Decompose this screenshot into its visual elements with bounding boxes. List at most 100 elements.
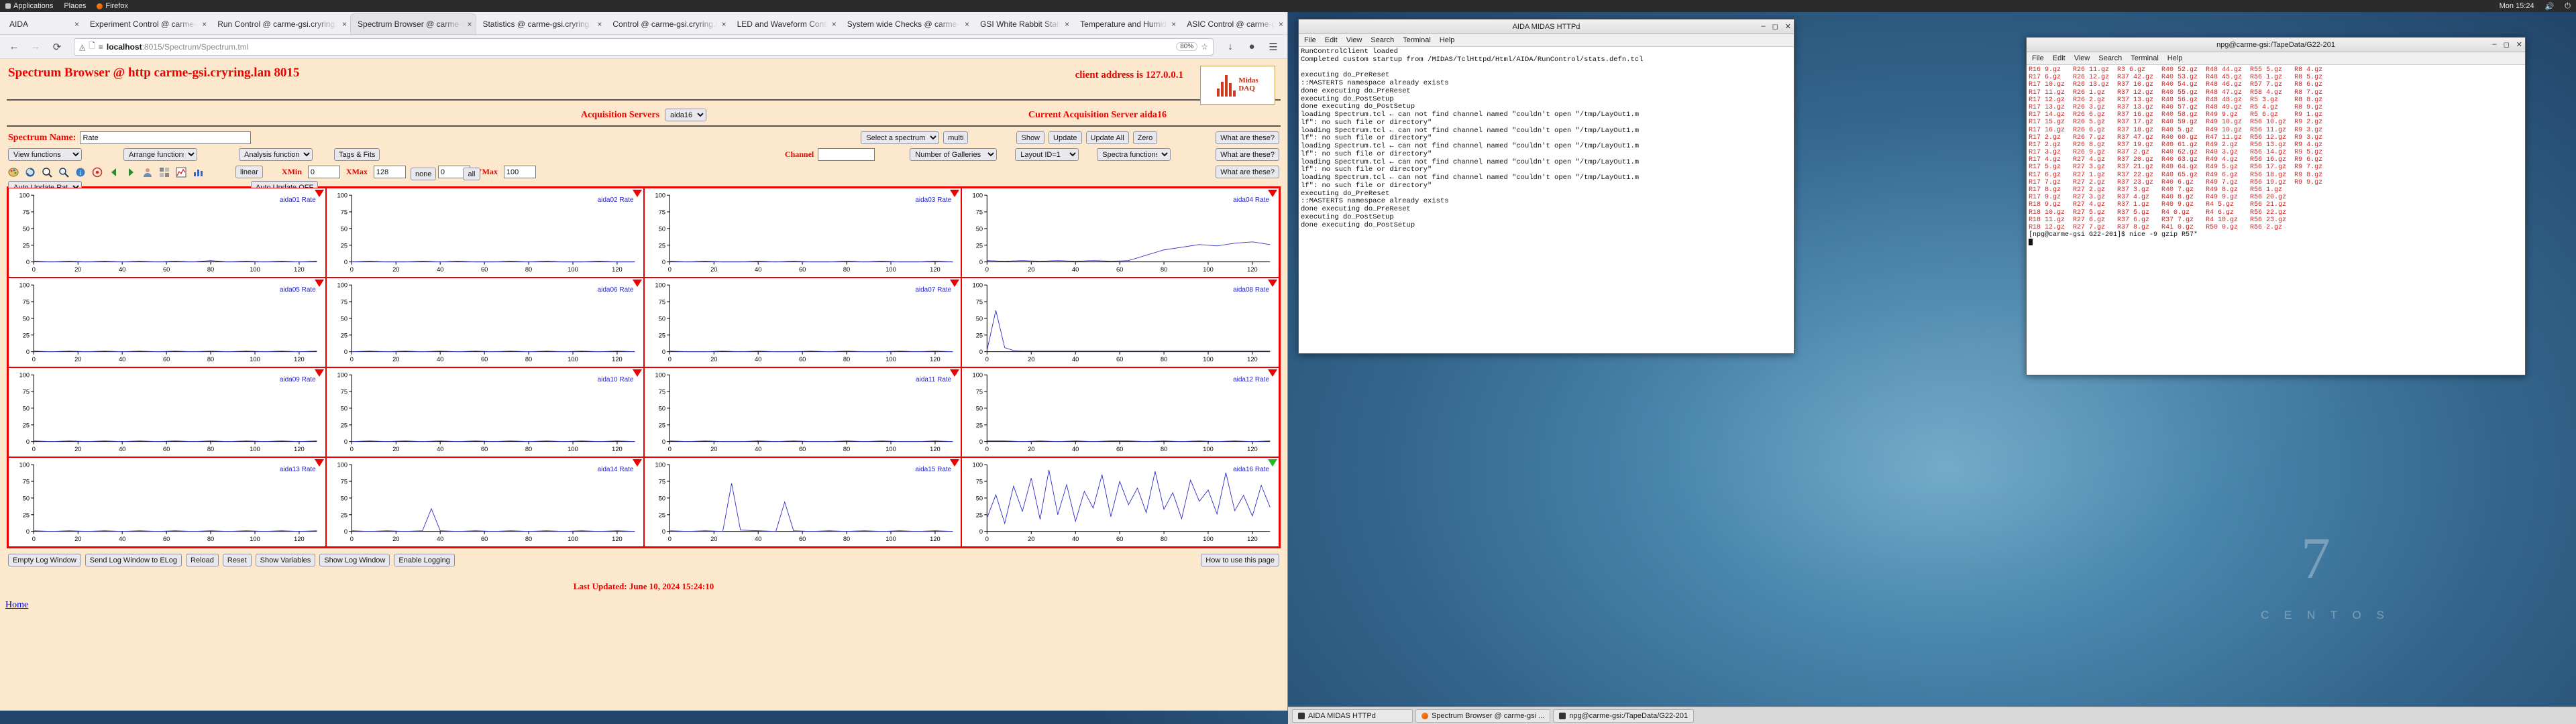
- tab-close-icon[interactable]: ×: [1065, 19, 1069, 29]
- bottom-button-show-log-window[interactable]: Show Log Window: [319, 554, 390, 566]
- spectra-functions-dropdown[interactable]: Spectra functions: [1097, 148, 1171, 161]
- zero-button[interactable]: Zero: [1132, 131, 1158, 144]
- star-icon[interactable]: ☆: [1201, 42, 1208, 52]
- spectrum-panel-marker[interactable]: [1268, 280, 1277, 287]
- terminal-output-tape[interactable]: R16 9.gz R26 11.gz R3 6.gz R40 52.gz R48…: [2027, 65, 2525, 375]
- show-button[interactable]: Show: [1016, 131, 1045, 144]
- tab-close-icon[interactable]: ×: [467, 19, 472, 29]
- refresh-icon[interactable]: [25, 167, 36, 178]
- browser-tab-6[interactable]: LED and Waveform Control ×: [731, 14, 841, 34]
- maximize-button[interactable]: ◻: [1772, 22, 1778, 31]
- spectrum-panel[interactable]: 0 25 50 75 100 0 20 40 60 80 100 120 aida16 Rate: [961, 457, 1279, 547]
- terminal-menu-file[interactable]: File: [1304, 36, 1316, 44]
- bottom-button-empty-log-window[interactable]: Empty Log Window: [8, 554, 81, 566]
- spectrum-panel[interactable]: 0 25 50 75 100 0 20 40 60 80 100 120 aida12 Rate: [961, 367, 1279, 457]
- panel-places-menu[interactable]: Places: [58, 0, 91, 12]
- update-button[interactable]: Update: [1049, 131, 1082, 144]
- terminal-menu-terminal[interactable]: Terminal: [2131, 54, 2159, 62]
- tags-and-fits-button[interactable]: Tags & Fits: [334, 148, 380, 161]
- spectrum-name-input[interactable]: [80, 131, 252, 144]
- close-button[interactable]: ✕: [2516, 40, 2522, 49]
- browser-tab-8[interactable]: GSI White Rabbit Status ×: [973, 14, 1073, 34]
- panel-applications-menu[interactable]: Applications: [0, 0, 58, 12]
- terminal-titlebar-midas[interactable]: AIDA MIDAS HTTPd – ◻ ✕: [1299, 19, 1794, 34]
- spectrum-panel[interactable]: 0 25 50 75 100 0 20 40 60 80 100 120 aida05 Rate: [8, 278, 326, 367]
- spectrum-panel[interactable]: 0 25 50 75 100 0 20 40 60 80 100 120 aida02 Rate: [325, 188, 644, 278]
- browser-tab-2[interactable]: Run Control @ carme-gsi.cryring.lan ×: [211, 14, 351, 34]
- how-to-use-this-page-button[interactable]: How to use this page: [1201, 554, 1279, 566]
- browser-tab-10[interactable]: ASIC Control @ carme-gsi ×: [1180, 14, 1287, 34]
- panel-power-icon[interactable]: ⏻: [2559, 0, 2576, 12]
- tab-close-icon[interactable]: ×: [832, 19, 837, 29]
- terminal-menu-search[interactable]: Search: [1371, 36, 1394, 44]
- arrange-functions-dropdown[interactable]: Arrange functions: [123, 148, 197, 161]
- spectrum-panel-marker[interactable]: [314, 280, 324, 287]
- tab-close-icon[interactable]: ×: [1279, 19, 1283, 29]
- bottom-button-enable-logging[interactable]: Enable Logging: [394, 554, 455, 566]
- browser-tab-7[interactable]: System wide Checks @ carme-gsi ×: [841, 14, 973, 34]
- tab-close-icon[interactable]: ×: [342, 19, 347, 29]
- back-button[interactable]: ←: [5, 38, 23, 56]
- zoom-level-badge[interactable]: 80%: [1176, 42, 1198, 51]
- analysis-functions-dropdown[interactable]: Analysis functions: [239, 148, 313, 161]
- info-icon[interactable]: i: [75, 167, 86, 178]
- spectrum-panel[interactable]: 0 25 50 75 100 0 20 40 60 80 100 120 aida07 Rate: [643, 278, 962, 367]
- chart-icon[interactable]: [176, 167, 186, 178]
- spectrum-panel[interactable]: 0 25 50 75 100 0 20 40 60 80 100 120 aida15 Rate: [643, 457, 962, 547]
- spectrum-panel[interactable]: 0 25 50 75 100 0 20 40 60 80 100 120 aida01 Rate: [8, 188, 326, 278]
- close-button[interactable]: ✕: [1785, 22, 1791, 31]
- terminal-menu-help[interactable]: Help: [1440, 36, 1455, 44]
- zoom-in-icon[interactable]: [42, 167, 52, 178]
- maximize-button[interactable]: ◻: [2504, 40, 2510, 49]
- linear-scale-button[interactable]: linear: [235, 166, 263, 178]
- spectrum-panel[interactable]: 0 25 50 75 100 0 20 40 60 80 100 120 aida08 Rate: [961, 278, 1279, 367]
- search-icon[interactable]: [58, 167, 69, 178]
- bottom-button-reload[interactable]: Reload: [186, 554, 219, 566]
- terminal-titlebar-tape[interactable]: npg@carme-gsi:/TapeData/G22-201 – ◻ ✕: [2027, 38, 2525, 52]
- terminal-menu-search[interactable]: Search: [2098, 54, 2122, 62]
- target-icon[interactable]: [92, 167, 103, 178]
- arrow-right-icon[interactable]: [125, 167, 136, 178]
- shield-icon[interactable]: ◬: [79, 42, 85, 52]
- spectrum-panel-marker[interactable]: [950, 190, 960, 197]
- spectrum-panel-marker[interactable]: [314, 459, 324, 467]
- spectrum-panel-marker[interactable]: [632, 190, 642, 197]
- xmin-input[interactable]: [307, 166, 340, 178]
- terminal-menu-help[interactable]: Help: [2167, 54, 2183, 62]
- spectrum-panel[interactable]: 0 25 50 75 100 0 20 40 60 80 100 120 aida09 Rate: [8, 367, 326, 457]
- spectrum-panel[interactable]: 0 25 50 75 100 0 20 40 60 80 100 120 aida11 Rate: [643, 367, 962, 457]
- download-icon[interactable]: ↓: [1222, 38, 1239, 56]
- channel-input[interactable]: [818, 148, 875, 161]
- grid-icon[interactable]: [159, 167, 170, 178]
- tab-close-icon[interactable]: ×: [202, 19, 207, 29]
- bottom-button-send-log-window-to-elog[interactable]: Send Log Window to ELog: [85, 554, 182, 566]
- tab-close-icon[interactable]: ×: [597, 19, 602, 29]
- browser-tab-0[interactable]: AIDA ×: [3, 14, 83, 34]
- palette-icon[interactable]: [8, 167, 19, 178]
- spectrum-panel-marker[interactable]: [950, 280, 960, 287]
- ymax-input[interactable]: [503, 166, 536, 178]
- spectrum-panel-marker[interactable]: [950, 459, 960, 467]
- terminal-menu-edit[interactable]: Edit: [2053, 54, 2065, 62]
- forward-button[interactable]: →: [27, 38, 44, 56]
- number-of-galleries-dropdown[interactable]: Number of Galleries: [910, 148, 998, 161]
- what-are-these-button-1[interactable]: What are these?: [1216, 131, 1279, 144]
- terminal-menu-view[interactable]: View: [2074, 54, 2090, 62]
- spectrum-panel[interactable]: 0 25 50 75 100 0 20 40 60 80 100 120 aida06 Rate: [325, 278, 644, 367]
- panel-clock[interactable]: Mon 15:24: [2494, 0, 2540, 12]
- taskbar-item-2[interactable]: npg@carme-gsi:/TapeData/G22-201: [1553, 709, 1695, 723]
- browser-tab-5[interactable]: Control @ carme-gsi.cryring.lan ×: [606, 14, 730, 34]
- terminal-menu-view[interactable]: View: [1346, 36, 1362, 44]
- update-all-button[interactable]: Update All: [1085, 131, 1129, 144]
- all-button[interactable]: all: [463, 168, 480, 180]
- minimize-button[interactable]: –: [2493, 40, 2497, 49]
- terminal-menu-edit[interactable]: Edit: [1325, 36, 1338, 44]
- spectrum-panel-marker[interactable]: [632, 280, 642, 287]
- person-icon[interactable]: [142, 167, 153, 178]
- account-icon[interactable]: ●: [1243, 38, 1260, 56]
- terminal-menu-terminal[interactable]: Terminal: [1403, 36, 1431, 44]
- spectrum-panel-marker[interactable]: [1268, 369, 1277, 377]
- url-bar[interactable]: ◬ 🗋 ≡ localhost:8015/Spectrum/Spectrum.t…: [74, 38, 1214, 56]
- browser-tab-1[interactable]: Experiment Control @ carme-gsi ×: [83, 14, 211, 34]
- menu-icon[interactable]: ☰: [1265, 38, 1282, 56]
